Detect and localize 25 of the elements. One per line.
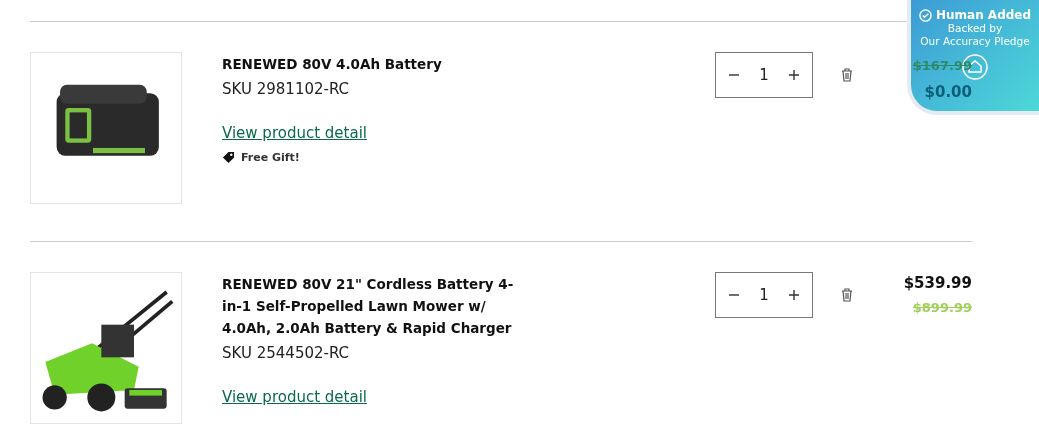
quantity-stepper[interactable]: 1 [715, 272, 813, 318]
check-circle-icon [918, 8, 932, 22]
view-product-detail-link[interactable]: View product detail [222, 124, 367, 142]
product-sku: SKU 2544502-RC [222, 344, 350, 362]
badge-pledge: Our Accuracy Pledge [920, 35, 1030, 48]
trash-icon[interactable] [841, 68, 853, 82]
plus-icon[interactable] [788, 289, 800, 301]
price: $0.00 [924, 83, 972, 101]
gift-label: Free Gift! [241, 151, 300, 164]
product-title: RENEWED 80V 21" Cordless Battery 4-in-1 Self-Propelled Lawn Mower w/ 4.0Ah, 2.0Ah Battery & Rapid Charger [222, 275, 515, 338]
badge-subtitle: Backed by [947, 22, 1003, 35]
view-product-detail-link[interactable]: View product detail [222, 388, 367, 406]
product-sku: SKU 2981102-RC [222, 80, 350, 98]
tag-icon [222, 151, 235, 164]
minus-icon[interactable] [728, 294, 740, 296]
trash-icon[interactable] [841, 288, 853, 302]
quantity-stepper[interactable]: 1 [715, 52, 813, 98]
original-price: $899.99 [912, 300, 972, 315]
quantity-value: 1 [759, 286, 769, 304]
plus-icon[interactable] [788, 69, 800, 81]
quantity-value: 1 [759, 66, 769, 84]
price: $539.99 [903, 274, 972, 292]
minus-icon[interactable] [728, 74, 740, 76]
product-title: RENEWED 80V 4.0Ah Battery [222, 55, 442, 74]
badge-title: Human Added [935, 8, 1032, 22]
